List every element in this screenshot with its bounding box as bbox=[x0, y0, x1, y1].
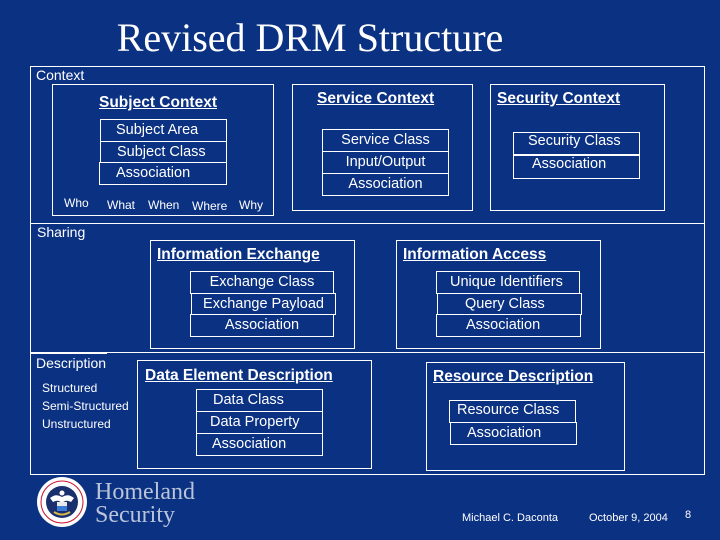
subject-row: Subject Area bbox=[100, 119, 227, 142]
slide-title: Revised DRM Structure bbox=[116, 15, 504, 60]
section-label-context: Context bbox=[36, 67, 85, 83]
dhs-seal-icon bbox=[37, 477, 87, 527]
description-type: Structured bbox=[42, 381, 98, 395]
access-row: Unique Identifiers bbox=[436, 271, 580, 294]
service-context-stack: Service Class Input/Output Association bbox=[322, 129, 449, 197]
subject-row: Subject Class bbox=[100, 141, 227, 163]
access-row: Association bbox=[436, 314, 581, 337]
section-label-sharing: Sharing bbox=[37, 224, 86, 240]
subject-row: Association bbox=[99, 162, 227, 185]
description-type: Semi-Structured bbox=[42, 399, 129, 413]
subject-context-stack: Subject Area Subject Class Association bbox=[99, 119, 227, 186]
logo-text-homeland: Homeland bbox=[95, 479, 195, 505]
information-exchange-title: Information Exchange bbox=[157, 246, 320, 263]
description-divider bbox=[30, 352, 705, 353]
service-row: Input/Output bbox=[322, 151, 449, 174]
description-type: Unstructured bbox=[42, 417, 111, 431]
resource-description-stack: Resource Class Association bbox=[449, 400, 577, 445]
question-when: When bbox=[148, 198, 180, 212]
question-where: Where bbox=[192, 199, 228, 213]
exchange-row: Association bbox=[190, 314, 334, 337]
security-context-stack: Security Class Association bbox=[513, 132, 640, 179]
service-context-title: Service Context bbox=[317, 90, 435, 107]
information-exchange-stack: Exchange Class Exchange Payload Associat… bbox=[190, 271, 336, 337]
exchange-row: Exchange Payload bbox=[191, 293, 336, 315]
access-row: Query Class bbox=[437, 293, 582, 315]
data-element-row: Data Class bbox=[196, 389, 323, 412]
footer-page-number: 8 bbox=[685, 509, 692, 521]
data-element-description-title: Data Element Description bbox=[145, 367, 333, 384]
question-what: What bbox=[107, 198, 136, 212]
sharing-divider bbox=[30, 223, 705, 224]
subject-context-title: Subject Context bbox=[99, 94, 217, 111]
description-divider-accent bbox=[30, 352, 107, 354]
service-row: Association bbox=[322, 173, 449, 196]
security-context-title: Security Context bbox=[497, 90, 621, 107]
resource-row: Resource Class bbox=[449, 400, 576, 423]
question-why: Why bbox=[239, 198, 263, 212]
data-element-row: Data Property bbox=[196, 411, 323, 434]
logo-text-security: Security bbox=[95, 502, 175, 528]
question-who: Who bbox=[64, 196, 89, 210]
service-row: Service Class bbox=[322, 129, 449, 152]
security-row: Association bbox=[513, 155, 640, 179]
footer-author: Michael C. Daconta bbox=[462, 512, 558, 524]
data-element-row: Association bbox=[196, 433, 323, 456]
information-access-title: Information Access bbox=[403, 246, 547, 263]
information-access-stack: Unique Identifiers Query Class Associati… bbox=[436, 271, 582, 337]
exchange-row: Exchange Class bbox=[190, 271, 334, 294]
resource-description-title: Resource Description bbox=[433, 368, 594, 385]
section-label-description: Description bbox=[36, 355, 107, 371]
security-row: Security Class bbox=[513, 132, 640, 155]
footer-date: October 9, 2004 bbox=[589, 512, 668, 524]
resource-row: Association bbox=[450, 422, 577, 445]
data-element-stack: Data Class Data Property Association bbox=[196, 389, 323, 456]
